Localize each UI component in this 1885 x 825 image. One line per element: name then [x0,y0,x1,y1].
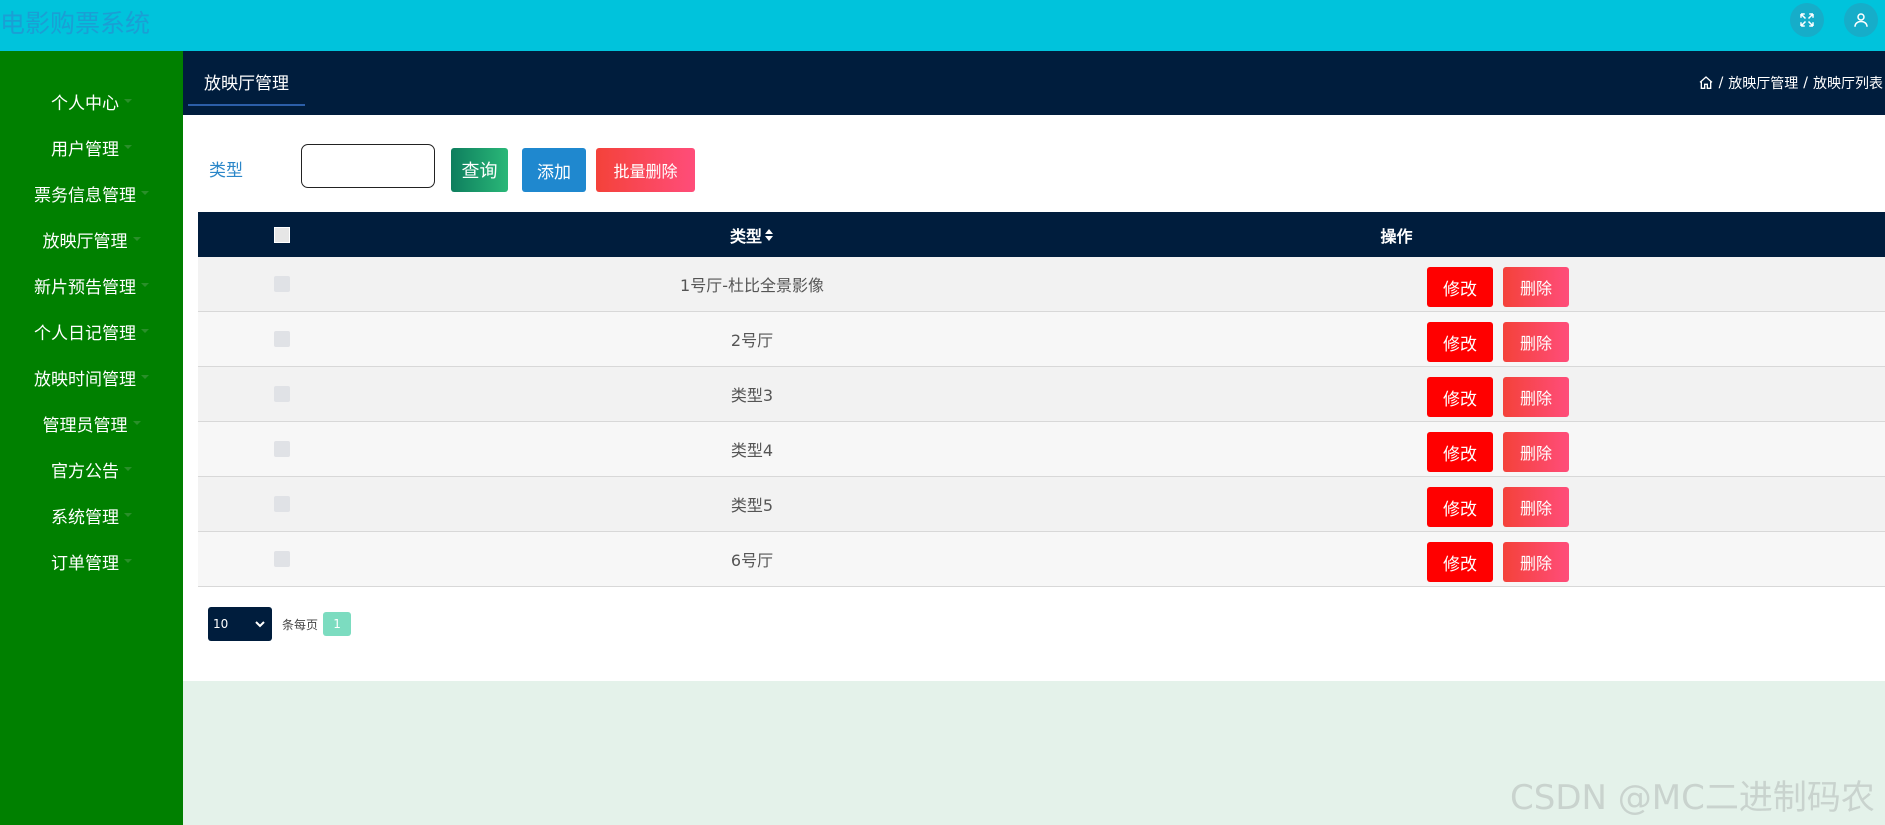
sidebar-item-announcements[interactable]: 官方公告 [0,446,183,492]
query-button[interactable]: 查询 [451,148,508,192]
sidebar-item-label: 系统管理 [51,507,119,528]
caret-down-icon [141,375,149,379]
table-row: 类型3 修改 删除 [198,367,1885,422]
search-type-label: 类型 [209,161,243,181]
delete-button[interactable]: 删除 [1503,267,1569,307]
caret-down-icon [124,513,132,517]
caret-down-icon [141,191,149,195]
breadcrumb: / 放映厅管理 / 放映厅列表 [1698,73,1883,93]
delete-button[interactable]: 删除 [1503,377,1569,417]
top-bar: 电影购票系统 [0,0,1885,51]
page-number-current[interactable]: 1 [323,612,352,636]
chevron-down-icon [255,621,265,628]
sidebar-item-label: 个人日记管理 [34,323,136,344]
edit-button[interactable]: 修改 [1427,267,1493,307]
breadcrumb-separator: / [1718,75,1724,91]
table-header: 类型 操作 [198,212,1885,257]
app-title: 电影购票系统 [0,9,151,38]
user-menu-button[interactable] [1844,3,1878,37]
sidebar-item-label: 新片预告管理 [34,277,136,298]
breadcrumb-current: 放映厅列表 [1813,76,1883,92]
table-row: 类型5 修改 删除 [198,477,1885,532]
sidebar-item-label: 放映厅管理 [42,231,128,252]
caret-down-icon [132,421,141,425]
cell-type: 类型5 [730,496,774,515]
sidebar-item-user-management[interactable]: 用户管理 [0,124,183,170]
edit-button[interactable]: 修改 [1427,487,1493,527]
main-panel: 类型 查询 添加 批量删除 类型 操作 1号厅-杜比全景影像 修改 删除 2号厅… [183,115,1885,681]
delete-button[interactable]: 删除 [1503,322,1569,362]
sidebar-item-system-management[interactable]: 系统管理 [0,492,183,538]
caret-down-icon [141,283,149,287]
user-icon [1854,13,1868,27]
caret-down-icon [124,467,132,471]
cell-type: 类型3 [730,386,774,405]
sidebar-item-admin-management[interactable]: 管理员管理 [0,400,183,446]
caret-down-icon [132,237,141,241]
delete-button[interactable]: 删除 [1503,432,1569,472]
hall-table: 类型 操作 1号厅-杜比全景影像 修改 删除 2号厅 修改 删除 类型3 修改 … [198,212,1885,587]
page-size-select[interactable]: 10 [208,607,272,641]
sidebar-item-ticket-info[interactable]: 票务信息管理 [0,170,183,216]
breadcrumb-separator: / [1803,75,1808,91]
sidebar-item-label: 放映时间管理 [34,369,136,390]
edit-button[interactable]: 修改 [1427,322,1493,362]
tab-hall-management[interactable]: 放映厅管理 [188,65,305,106]
sort-icon[interactable] [764,228,774,242]
add-button[interactable]: 添加 [522,148,586,192]
column-header-type-label: 类型 [729,226,762,246]
sidebar-item-diary-management[interactable]: 个人日记管理 [0,308,183,354]
pagination: 10 条每页 1 [208,607,352,641]
fullscreen-button[interactable] [1790,3,1824,37]
table-row: 1号厅-杜比全景影像 修改 删除 [198,257,1885,312]
cell-type: 6号厅 [730,551,774,570]
cell-type: 1号厅-杜比全景影像 [680,276,824,295]
caret-down-icon [124,559,132,563]
table-row: 类型4 修改 删除 [198,422,1885,477]
table-row: 6号厅 修改 删除 [198,532,1885,587]
sidebar-item-label: 票务信息管理 [34,185,136,206]
column-header-actions: 操作 [1380,226,1413,246]
edit-button[interactable]: 修改 [1427,432,1493,472]
sidebar-item-trailer-management[interactable]: 新片预告管理 [0,262,183,308]
content-header: 放映厅管理 / 放映厅管理 / 放映厅列表 [183,51,1885,115]
cell-type: 类型4 [730,441,774,460]
sidebar-item-personal-center[interactable]: 个人中心 [0,78,183,124]
page-size-value: 10 [213,617,229,631]
caret-down-icon [124,99,132,103]
column-header-type[interactable]: 类型 [198,223,1306,247]
batch-delete-button[interactable]: 批量删除 [596,148,695,192]
sidebar-item-label: 管理员管理 [42,415,128,436]
watermark: CSDN @MC二进制码农 [1510,778,1875,818]
sidebar-item-label: 官方公告 [51,461,119,482]
sidebar: 个人中心 用户管理 票务信息管理 放映厅管理 新片预告管理 个人日记管理 放映时… [0,51,183,825]
sidebar-item-label: 个人中心 [51,93,119,114]
caret-down-icon [141,329,149,333]
sidebar-item-showtime-management[interactable]: 放映时间管理 [0,354,183,400]
sidebar-item-label: 用户管理 [51,139,119,160]
edit-button[interactable]: 修改 [1427,377,1493,417]
table-row: 2号厅 修改 删除 [198,312,1885,367]
delete-button[interactable]: 删除 [1503,542,1569,582]
sidebar-item-order-management[interactable]: 订单管理 [0,538,183,584]
caret-down-icon [124,145,132,149]
delete-button[interactable]: 删除 [1503,487,1569,527]
breadcrumb-section[interactable]: 放映厅管理 [1728,73,1798,93]
expand-icon [1800,13,1814,27]
sidebar-item-hall-management[interactable]: 放映厅管理 [0,216,183,262]
cell-type: 2号厅 [730,331,774,350]
search-type-input[interactable] [301,144,435,188]
home-icon[interactable] [1698,75,1714,91]
edit-button[interactable]: 修改 [1427,542,1493,582]
per-page-label: 条每页 [282,617,319,632]
sidebar-item-label: 订单管理 [51,553,119,574]
